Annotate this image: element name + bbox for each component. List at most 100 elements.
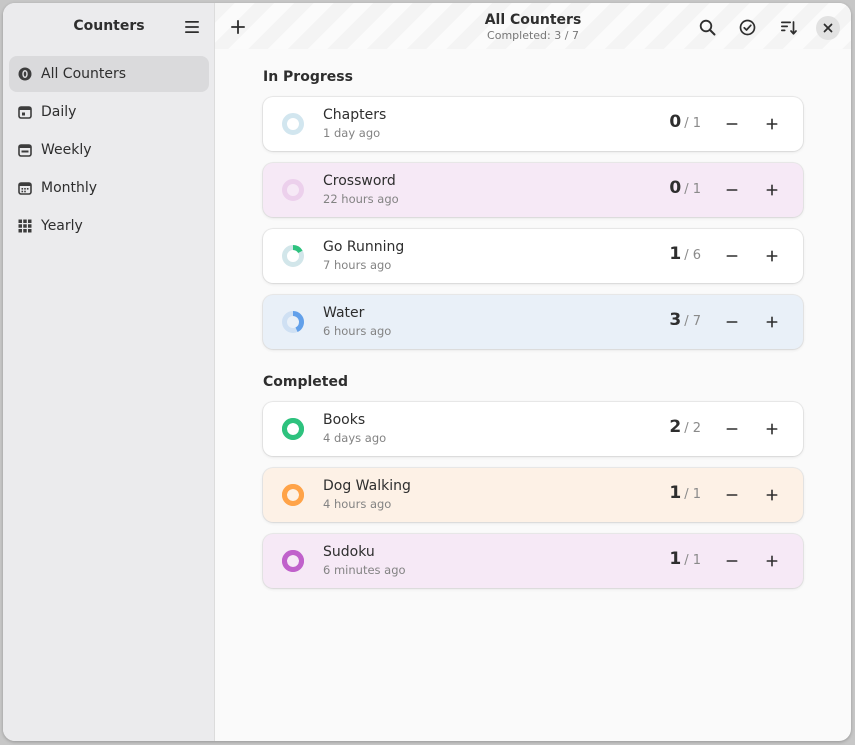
sort-descending-icon	[780, 20, 797, 35]
increment-button[interactable]	[757, 414, 787, 444]
progress-ring-icon	[282, 311, 304, 333]
calendar-month-icon	[18, 181, 32, 195]
decrement-button[interactable]	[717, 480, 747, 510]
minus-icon	[726, 321, 738, 323]
counter-value: 2	[669, 417, 682, 437]
search-icon	[699, 19, 715, 35]
increment-button[interactable]	[757, 480, 787, 510]
check-circle-icon	[739, 19, 755, 35]
increment-button[interactable]	[757, 109, 787, 139]
counter-card[interactable]: Crossword 22 hours ago 0/ 1	[263, 163, 803, 217]
sidebar-item-all-counters[interactable]: All Counters	[9, 56, 209, 92]
progress-ring-icon	[282, 113, 304, 135]
counter-card[interactable]: Water 6 hours ago 3/ 7	[263, 295, 803, 349]
hamburger-menu-icon	[185, 21, 199, 33]
main-menu-button[interactable]	[175, 10, 209, 44]
counter-card[interactable]: Go Running 7 hours ago 1/ 6	[263, 229, 803, 283]
sidebar-item-label: All Counters	[41, 66, 127, 82]
increment-button[interactable]	[757, 241, 787, 271]
grid-year-icon	[18, 219, 32, 233]
counter-name: Crossword	[323, 173, 396, 189]
counter-name: Dog Walking	[323, 478, 411, 494]
plus-icon	[766, 555, 778, 567]
sidebar-nav: All Counters Daily Weekly Monthly Yearly	[9, 56, 209, 246]
sidebar-item-label: Yearly	[41, 218, 83, 234]
sidebar-item-label: Daily	[41, 104, 77, 120]
progress-ring-icon	[282, 179, 304, 201]
plus-icon	[766, 316, 778, 328]
plus-icon	[766, 489, 778, 501]
counter-goal: / 1	[684, 116, 701, 131]
counter-value: 0	[669, 178, 682, 198]
search-button[interactable]	[690, 10, 724, 44]
plus-icon	[766, 118, 778, 130]
zero-badge-icon	[18, 67, 32, 81]
counter-value: 1	[669, 483, 682, 503]
progress-ring-fill	[282, 418, 304, 440]
counter-card[interactable]: Sudoku 6 minutes ago 1/ 1	[263, 534, 803, 588]
minus-icon	[726, 123, 738, 125]
counter-value: 0	[669, 112, 682, 132]
counter-name: Go Running	[323, 239, 405, 255]
progress-ring-track	[282, 179, 304, 201]
counter-card[interactable]: Books 4 days ago 2/ 2	[263, 402, 803, 456]
counter-goal: / 6	[684, 248, 701, 263]
decrement-button[interactable]	[717, 175, 747, 205]
sort-button[interactable]	[771, 10, 805, 44]
progress-ring-icon	[282, 418, 304, 440]
counter-goal: / 2	[684, 421, 701, 436]
minus-icon	[726, 494, 738, 496]
plus-icon	[766, 184, 778, 196]
plus-icon	[766, 250, 778, 262]
increment-button[interactable]	[757, 307, 787, 337]
sidebar-item-label: Monthly	[41, 180, 98, 196]
decrement-button[interactable]	[717, 546, 747, 576]
progress-ring-fill	[282, 484, 304, 506]
plus-icon	[766, 423, 778, 435]
counter-count: 2/ 2	[669, 417, 701, 437]
sidebar-item-daily[interactable]: Daily	[9, 94, 209, 130]
counter-goal: / 1	[684, 182, 701, 197]
counter-last-updated: 4 hours ago	[323, 497, 392, 511]
sidebar-header: Counters	[3, 3, 214, 51]
counter-last-updated: 6 minutes ago	[323, 563, 406, 577]
sidebar-item-label: Weekly	[41, 142, 92, 158]
progress-ring-icon	[282, 550, 304, 572]
section-title-in-progress: In Progress	[263, 69, 353, 85]
counter-card[interactable]: Dog Walking 4 hours ago 1/ 1	[263, 468, 803, 522]
minus-icon	[726, 560, 738, 562]
minus-icon	[726, 255, 738, 257]
sidebar-item-weekly[interactable]: Weekly	[9, 132, 209, 168]
counter-value: 1	[669, 549, 682, 569]
decrement-button[interactable]	[717, 414, 747, 444]
counter-value: 3	[669, 310, 682, 330]
main-content: All Counters Completed: 3 / 7 In Progres…	[215, 3, 851, 741]
counter-last-updated: 7 hours ago	[323, 258, 392, 272]
counter-count: 3/ 7	[669, 310, 701, 330]
counter-value: 1	[669, 244, 682, 264]
progress-ring-track	[282, 113, 304, 135]
counter-card[interactable]: Chapters 1 day ago 0/ 1	[263, 97, 803, 151]
sidebar: Counters All Counters Daily Weekly Month…	[3, 3, 215, 741]
mark-complete-button[interactable]	[730, 10, 764, 44]
counter-last-updated: 4 days ago	[323, 431, 387, 445]
counter-last-updated: 1 day ago	[323, 126, 381, 140]
close-window-button[interactable]	[816, 16, 840, 40]
increment-button[interactable]	[757, 546, 787, 576]
decrement-button[interactable]	[717, 307, 747, 337]
counter-count: 0/ 1	[669, 178, 701, 198]
increment-button[interactable]	[757, 175, 787, 205]
progress-ring-fill	[282, 550, 304, 572]
decrement-button[interactable]	[717, 109, 747, 139]
minus-icon	[726, 189, 738, 191]
counter-count: 0/ 1	[669, 112, 701, 132]
sidebar-item-yearly[interactable]: Yearly	[9, 208, 209, 244]
close-icon	[823, 23, 833, 33]
counter-goal: / 1	[684, 487, 701, 502]
sidebar-item-monthly[interactable]: Monthly	[9, 170, 209, 206]
counter-name: Books	[323, 412, 366, 428]
decrement-button[interactable]	[717, 241, 747, 271]
counter-name: Chapters	[323, 107, 387, 123]
counter-count: 1/ 1	[669, 483, 701, 503]
counter-goal: / 1	[684, 553, 701, 568]
